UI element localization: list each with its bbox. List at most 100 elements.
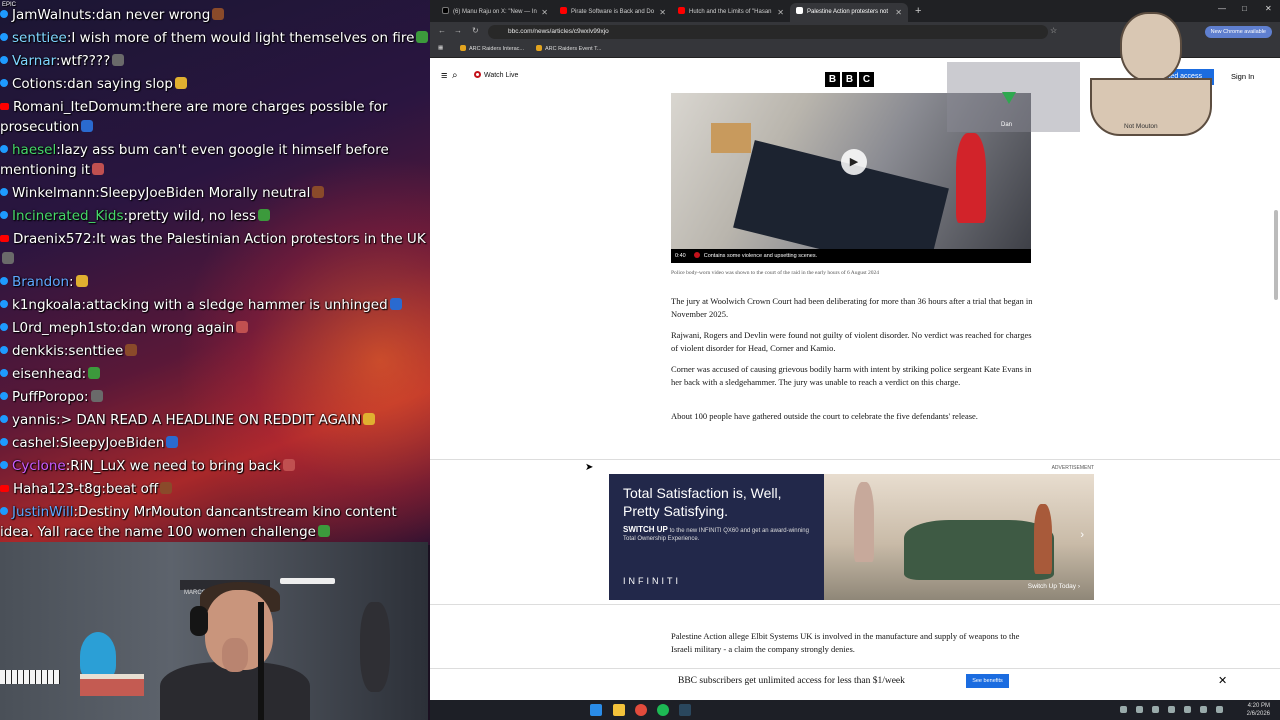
emote-icon bbox=[125, 344, 138, 356]
emote-icon bbox=[312, 186, 325, 198]
tray-icon[interactable] bbox=[1184, 706, 1191, 713]
reload-icon[interactable]: ↻ bbox=[472, 26, 479, 35]
emote-icon bbox=[363, 413, 376, 425]
bookmark-arc-raiders-interactive[interactable]: ARC Raiders Interac... bbox=[460, 45, 524, 52]
chat-username[interactable]: denkkis bbox=[12, 343, 64, 359]
youtube-icon bbox=[678, 7, 685, 14]
infiniti-ad[interactable]: Total Satisfaction is, Well, Pretty Sati… bbox=[609, 474, 1094, 600]
tab-bbc-active[interactable]: Palestine Action protesters not ✕ bbox=[790, 3, 908, 22]
see-benefits-button[interactable]: See benefits bbox=[966, 674, 1009, 688]
chat-username[interactable]: Brandon bbox=[12, 274, 69, 290]
twitch-badge-icon bbox=[0, 323, 8, 331]
windows-start-icon[interactable] bbox=[590, 704, 602, 716]
chat-username[interactable]: Cotions bbox=[12, 76, 63, 92]
chat-username[interactable]: Romani_IteDomum bbox=[13, 99, 142, 115]
forward-arrow-icon[interactable]: → bbox=[454, 26, 462, 35]
chat-username[interactable]: eisenhead bbox=[12, 366, 82, 382]
video-warning: Contains some violence and upsetting sce… bbox=[703, 253, 818, 259]
article-paragraph: Rajwani, Rogers and Devlin were found no… bbox=[671, 330, 1032, 353]
warning-icon bbox=[693, 252, 700, 258]
twitch-badge-icon bbox=[0, 438, 8, 446]
tab-hutch[interactable]: Hutch and the Limits of "Hasan ✕ bbox=[672, 3, 790, 22]
chat-username[interactable]: Varnar bbox=[12, 53, 56, 69]
chat-username[interactable]: senttiee bbox=[12, 30, 67, 46]
twitch-badge-icon bbox=[0, 300, 8, 308]
chevron-right-icon[interactable]: › bbox=[1080, 529, 1084, 541]
chat-username[interactable]: haesel bbox=[12, 142, 56, 158]
chat-message: k1ngkoala:attacking with a sledge hammer… bbox=[0, 294, 430, 317]
close-tab-icon[interactable]: ✕ bbox=[659, 3, 666, 22]
chat-username[interactable]: JamWalnuts bbox=[12, 7, 91, 23]
chat-username[interactable]: Haha123-t8g bbox=[13, 481, 101, 497]
chat-username[interactable]: k1ngkoala bbox=[12, 297, 81, 313]
back-arrow-icon[interactable]: ← bbox=[438, 26, 446, 35]
tray-icon[interactable] bbox=[1168, 706, 1175, 713]
close-tab-icon[interactable]: ✕ bbox=[541, 3, 548, 22]
chat-username[interactable]: yannis bbox=[12, 412, 56, 428]
emote-icon bbox=[282, 459, 295, 471]
watch-live-link[interactable]: Watch Live bbox=[474, 71, 518, 79]
close-window-button[interactable]: ✕ bbox=[1265, 4, 1272, 13]
twitch-badge-icon bbox=[0, 188, 8, 196]
chat-username[interactable]: Winkelmann bbox=[12, 185, 95, 201]
minimize-button[interactable]: — bbox=[1218, 4, 1226, 13]
tray-icon[interactable] bbox=[1152, 706, 1159, 713]
tray-icon[interactable] bbox=[1200, 706, 1207, 713]
bookmark-arc-raiders-event[interactable]: ARC Raiders Event T... bbox=[536, 45, 601, 52]
ad-subtitle: SWITCH UP to the new INFINITI QX60 and g… bbox=[623, 525, 809, 543]
menu-icon[interactable]: ≡ bbox=[441, 70, 447, 82]
chat-message-text: SleepyJoeBiden Morally neutral bbox=[99, 185, 311, 201]
emote-icon bbox=[236, 321, 249, 333]
chat-message-text: RiN_LuX we need to bring back bbox=[70, 458, 281, 474]
close-tab-icon[interactable]: ✕ bbox=[895, 3, 902, 22]
chat-message: denkkis:senttiee bbox=[0, 340, 430, 363]
twitch-badge-icon bbox=[0, 507, 8, 515]
system-clock[interactable]: 4:20 PM 2/6/2026 bbox=[1247, 702, 1270, 718]
scrollbar-thumb[interactable] bbox=[1274, 210, 1278, 300]
article-paragraph: Corner was accused of causing grievous b… bbox=[671, 364, 1032, 387]
tray-icon[interactable] bbox=[1136, 706, 1143, 713]
search-icon[interactable]: ⌕ bbox=[452, 70, 458, 81]
chat-username[interactable]: cashel bbox=[12, 435, 55, 451]
ad-person bbox=[1034, 504, 1052, 574]
chat-message: Haha123-t8g:beat off bbox=[0, 478, 430, 501]
chat-username[interactable]: L0rd_meph1sto bbox=[12, 320, 117, 336]
article-paragraph: Palestine Action allege Elbit Systems UK… bbox=[671, 631, 1020, 654]
chat-message: Winkelmann:SleepyJoeBiden Morally neutra… bbox=[0, 182, 430, 205]
chat-message-text: It was the Palestinian Action protestors… bbox=[96, 231, 426, 247]
chat-username[interactable]: Incinerated_Kids bbox=[12, 208, 124, 224]
close-icon[interactable]: ✕ bbox=[1218, 674, 1227, 687]
emote-icon bbox=[2, 252, 14, 264]
play-icon[interactable]: ▶ bbox=[841, 149, 867, 175]
maximize-button[interactable]: □ bbox=[1242, 4, 1247, 13]
url-field[interactable]: bbc.com/news/articles/c9wxlv99xjo bbox=[488, 25, 1048, 39]
new-tab-button[interactable]: + bbox=[915, 3, 921, 19]
chat-separator: : bbox=[84, 389, 89, 405]
tab-manu-raju[interactable]: (6) Manu Raju on X: "New — In ✕ bbox=[436, 3, 554, 22]
close-tab-icon[interactable]: ✕ bbox=[777, 3, 784, 22]
spotify-icon[interactable] bbox=[657, 704, 669, 716]
tab-pirate-software[interactable]: Pirate Software is Back and Do ✕ bbox=[554, 3, 672, 22]
video-scene-box bbox=[711, 123, 751, 153]
tray-icon[interactable] bbox=[1216, 706, 1223, 713]
chat-username[interactable]: JustinWill bbox=[12, 504, 73, 520]
chrome-icon[interactable] bbox=[635, 704, 647, 716]
chat-message: eisenhead: bbox=[0, 363, 430, 386]
chat-message-list: JamWalnuts:dan never wrong senttiee:I wis… bbox=[0, 4, 430, 545]
chat-separator: : bbox=[81, 366, 87, 382]
bbc-logo[interactable]: BBC bbox=[825, 69, 876, 87]
chat-username[interactable]: Cyclone bbox=[12, 458, 66, 474]
file-explorer-icon[interactable] bbox=[613, 704, 625, 716]
ad-car bbox=[904, 520, 1054, 580]
ad-cta-link[interactable]: Switch Up Today › bbox=[1028, 583, 1080, 590]
bookmark-star-icon[interactable]: ☆ bbox=[1050, 26, 1057, 35]
apps-grid-icon[interactable]: ▦ bbox=[438, 45, 443, 51]
steam-icon[interactable] bbox=[679, 704, 691, 716]
sign-in-link[interactable]: Sign In bbox=[1231, 72, 1254, 81]
chat-username[interactable]: Draenix572 bbox=[13, 231, 92, 247]
tray-icon[interactable] bbox=[1120, 706, 1127, 713]
emote-icon bbox=[212, 8, 225, 20]
chat-username[interactable]: PuffPoropo bbox=[12, 389, 84, 405]
streamer-hand bbox=[222, 638, 248, 672]
emote-icon bbox=[75, 275, 88, 287]
